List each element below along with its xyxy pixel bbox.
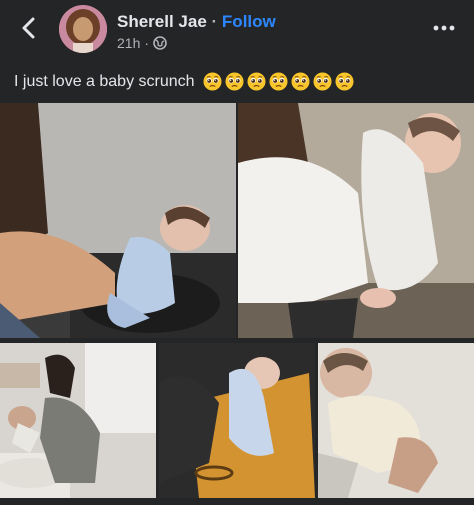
caption-text: I just love a baby scrunch <box>14 72 195 90</box>
photo-1[interactable] <box>0 103 236 338</box>
back-arrow-icon[interactable] <box>18 16 40 40</box>
photo-3[interactable] <box>0 343 156 498</box>
pleading-face-emoji <box>335 72 354 91</box>
globe-icon <box>153 36 167 50</box>
pleading-face-emoji <box>203 72 222 91</box>
post-header: Sherell Jae · Follow 21h · <box>0 0 474 60</box>
post-meta: 21h · <box>117 35 167 51</box>
separator: · <box>211 12 218 31</box>
meta-separator: · <box>144 35 150 51</box>
pleading-face-emoji <box>269 72 288 91</box>
photo-4[interactable] <box>159 343 315 498</box>
avatar[interactable] <box>59 5 107 53</box>
pleading-face-emoji <box>313 72 332 91</box>
photo-5[interactable] <box>318 343 474 498</box>
emoji-row <box>203 72 354 91</box>
author-line: Sherell Jae · Follow <box>117 12 276 32</box>
follow-button[interactable]: Follow <box>222 12 276 31</box>
author-name[interactable]: Sherell Jae <box>117 12 207 31</box>
post-time[interactable]: 21h <box>117 35 140 51</box>
more-options-icon[interactable] <box>432 18 456 38</box>
pleading-face-emoji <box>247 72 266 91</box>
pleading-face-emoji <box>225 72 244 91</box>
post-caption: I just love a baby scrunch <box>14 72 354 91</box>
photo-2[interactable] <box>238 103 474 338</box>
pleading-face-emoji <box>291 72 310 91</box>
